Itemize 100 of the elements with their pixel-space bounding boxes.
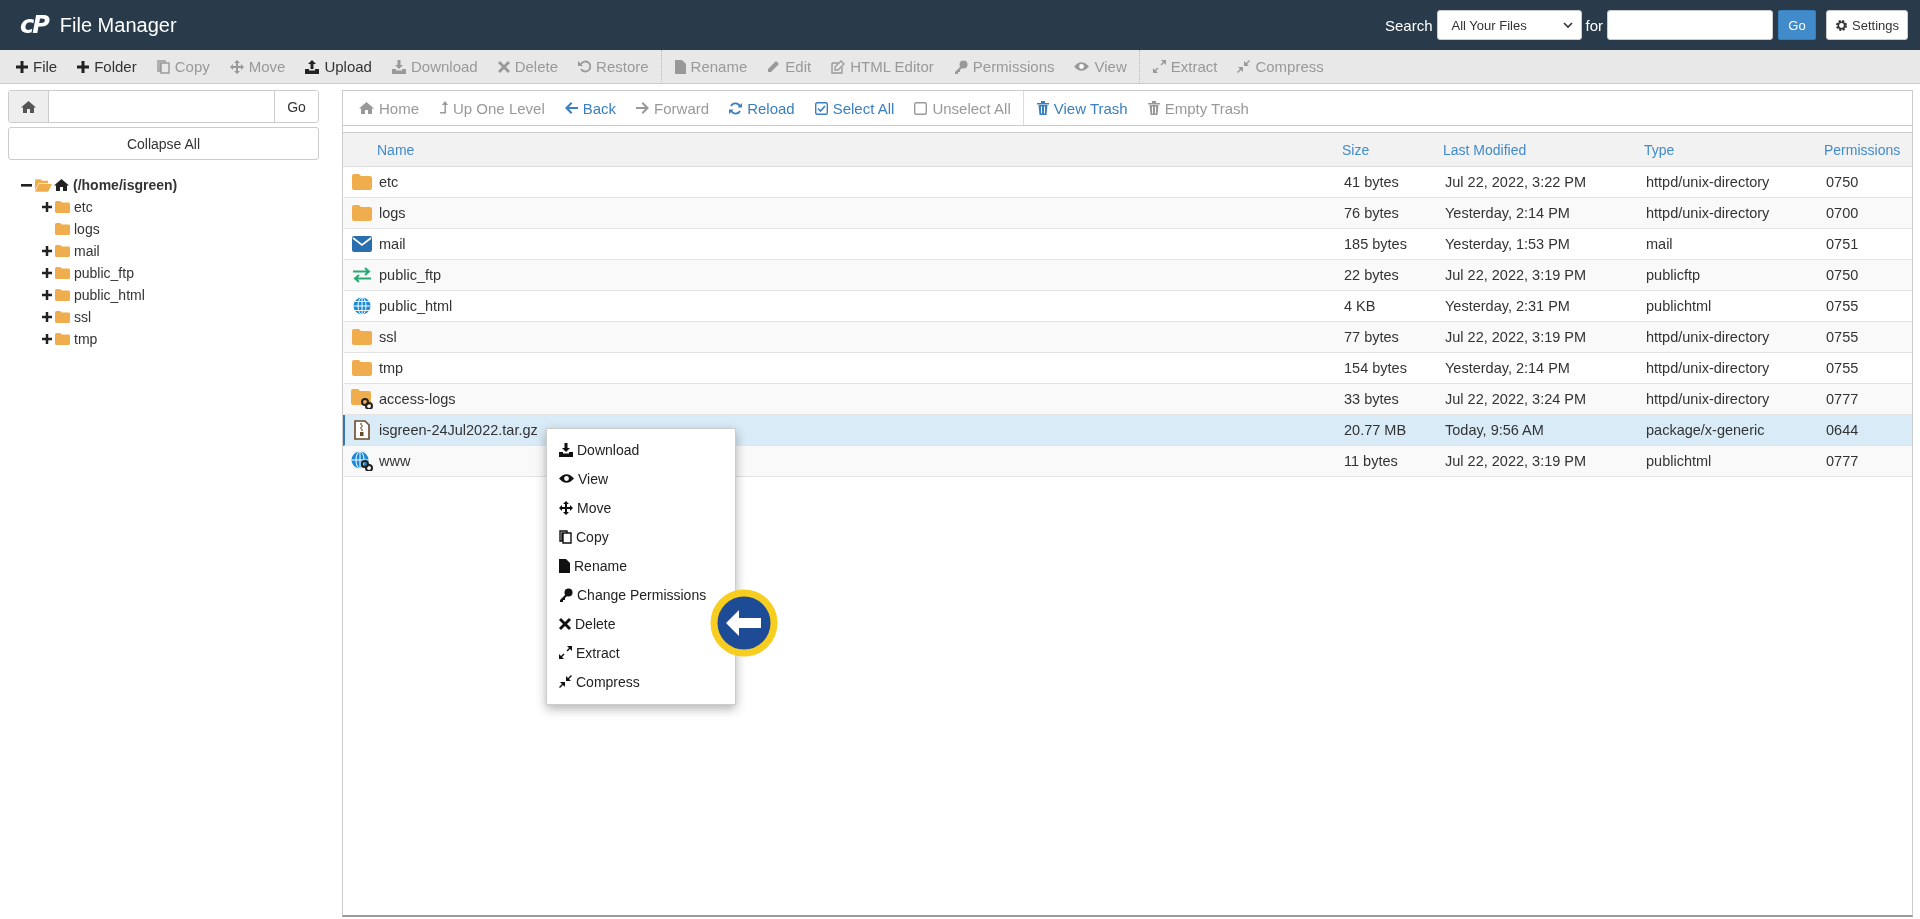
linked-globe-icon: [351, 451, 373, 471]
menu-item[interactable]: Move: [559, 493, 612, 522]
folder-icon: [352, 174, 372, 190]
table-cell-text: 0751: [1826, 236, 1860, 252]
home-icon: [359, 102, 374, 114]
table-cell-text: 41 bytes: [1344, 174, 1400, 190]
tree-item[interactable]: (/home/isgreen): [71, 177, 178, 193]
tree-item[interactable]: logs: [72, 221, 100, 237]
menu-item[interactable]: Extract: [559, 638, 620, 667]
open-folder-icon: [35, 178, 52, 192]
archive-file-icon: [354, 420, 370, 440]
envelope-icon: [352, 236, 372, 252]
menu-item[interactable]: Copy: [559, 522, 609, 551]
table-cell-text: access-logs: [379, 391, 457, 407]
table-cell-text: Jul 22, 2022, 3:19 PM: [1445, 267, 1588, 283]
tree-toggle[interactable]: [40, 290, 53, 300]
plus-icon: [41, 290, 52, 300]
table-cell-text: www: [379, 453, 412, 469]
table-cell-text: public_html: [379, 298, 454, 314]
exchange-arrows-icon: [352, 267, 372, 283]
plus-icon: [16, 60, 28, 73]
nav-button[interactable]: Reload: [719, 91, 805, 125]
tree-item[interactable]: etc: [72, 199, 93, 215]
table-cell-text: 0777: [1826, 391, 1860, 407]
left-arrow-icon: [564, 102, 578, 114]
table-cell-text: 0750: [1826, 267, 1860, 283]
nav-button[interactable]: Back: [554, 91, 627, 125]
folder-icon: [55, 223, 70, 235]
table-cell-text: 33 bytes: [1344, 391, 1400, 407]
toolbar-button[interactable]: Folder: [67, 49, 147, 84]
tree-item[interactable]: public_html: [72, 287, 145, 303]
cross-icon: [559, 617, 571, 630]
search-scope-dropdown[interactable]: All Your Files: [1436, 10, 1582, 40]
plus-icon: [41, 312, 52, 322]
copy-icon: [156, 59, 170, 74]
toolbar-button[interactable]: File: [6, 49, 68, 84]
table-cell-text: etc: [379, 174, 400, 190]
table-cell-text: 185 bytes: [1344, 236, 1408, 252]
table-cell-text: Yesterday, 2:14 PM: [1445, 205, 1571, 221]
table-cell-text: mail: [1646, 236, 1674, 252]
table-cell-text: publichtml: [1646, 453, 1713, 469]
folder-icon: [352, 329, 372, 345]
file-row[interactable]: public_ftp 22 bytes Jul 22, 2022, 3:19 PM publicftp 0750: [343, 260, 1912, 291]
file-row[interactable]: access-logs 33 bytes Jul 22, 2022, 3:24 PM httpd/unix-directory 0777: [343, 384, 1912, 415]
nav-button[interactable]: View Trash: [1026, 91, 1138, 125]
nav-button[interactable]: Select All: [804, 91, 905, 125]
tree-toggle[interactable]: [40, 268, 53, 278]
expand-arrows-icon: [559, 646, 572, 659]
menu-item[interactable]: Rename: [559, 551, 627, 580]
logo: cP: [20, 11, 48, 39]
table-cell-text: Jul 22, 2022, 3:19 PM: [1445, 453, 1588, 469]
folder-icon: [55, 267, 70, 279]
plus-icon: [41, 268, 52, 278]
table-cell-text: tmp: [379, 360, 405, 376]
collapse-all-button[interactable]: Collapse All: [8, 127, 319, 160]
table-cell-text: httpd/unix-directory: [1646, 174, 1771, 190]
compress-arrows-icon: [559, 675, 572, 688]
tree-toggle[interactable]: [40, 246, 53, 256]
table-cell-text: 0644: [1826, 422, 1860, 438]
tree-toggle[interactable]: [40, 202, 53, 212]
folder-icon: [55, 311, 70, 323]
table-cell-text: 0755: [1826, 298, 1860, 314]
tree-toggle[interactable]: [40, 312, 53, 322]
table-cell-text: httpd/unix-directory: [1646, 391, 1771, 407]
settings-icon: [1835, 18, 1848, 32]
table-cell-text: mail: [379, 236, 407, 252]
compress-arrows-icon: [1237, 60, 1251, 73]
table-cell-text: 77 bytes: [1344, 329, 1400, 345]
file-icon: [559, 558, 570, 573]
folder-icon: [352, 205, 372, 221]
menu-item[interactable]: Delete: [559, 609, 616, 638]
toolbar-button[interactable]: Upload: [295, 49, 382, 84]
tree-item[interactable]: mail: [72, 243, 100, 259]
file-row[interactable]: ssl 77 bytes Jul 22, 2022, 3:19 PM httpd/unix-directory 0755: [343, 322, 1912, 353]
edit-icon: [831, 59, 846, 74]
tree-toggle[interactable]: [20, 183, 33, 187]
file-row[interactable]: logs 76 bytes Yesterday, 2:14 PM httpd/unix-directory 0700: [343, 198, 1912, 229]
table-cell-text: public_ftp: [379, 267, 443, 283]
menu-item[interactable]: Compress: [559, 667, 640, 696]
tree-toggle[interactable]: [40, 334, 53, 344]
table-cell-text: Yesterday, 1:53 PM: [1445, 236, 1571, 252]
table-cell-text: 11 bytes: [1344, 453, 1399, 469]
key-icon: [559, 587, 573, 602]
table-cell-text: publichtml: [1646, 298, 1713, 314]
search-field[interactable]: [1607, 10, 1773, 40]
table-cell-text: Jul 22, 2022, 3:24 PM: [1445, 391, 1588, 407]
tree-item[interactable]: ssl: [72, 309, 92, 325]
table-cell-text: isgreen-24Jul2022.tar.gz: [379, 422, 539, 438]
tree-item[interactable]: public_ftp: [72, 265, 134, 281]
for-label: for: [1585, 16, 1603, 34]
folder-icon: [352, 360, 372, 376]
table-cell-text: Today, 9:56 AM: [1445, 422, 1545, 438]
plus-icon: [41, 202, 52, 212]
tree-item[interactable]: tmp: [72, 331, 98, 347]
settings-button[interactable]: Settings: [1826, 10, 1908, 40]
table-cell-text: 154 bytes: [1344, 360, 1408, 376]
search-go-button[interactable]: Go: [1778, 10, 1816, 40]
globe-icon: [353, 297, 371, 315]
plus-icon: [77, 60, 90, 73]
menu-item[interactable]: Change Permissions: [559, 580, 707, 609]
